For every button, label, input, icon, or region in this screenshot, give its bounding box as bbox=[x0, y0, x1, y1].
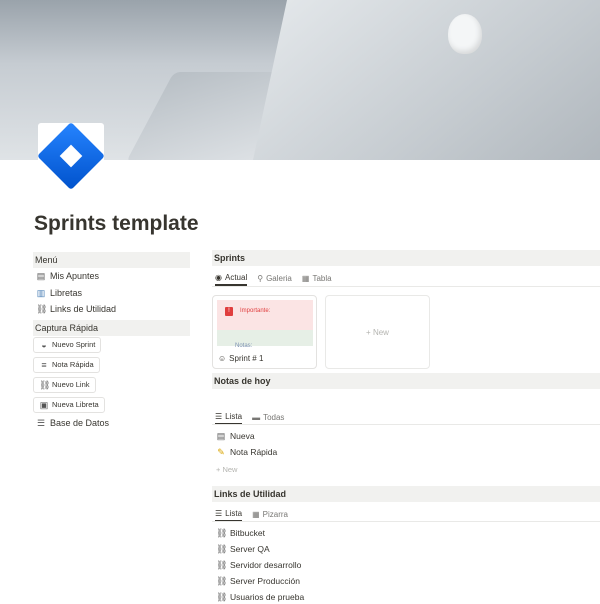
links-heading: Links de Utilidad bbox=[212, 486, 600, 502]
table-icon: ▦ bbox=[301, 273, 310, 283]
divider bbox=[212, 424, 600, 425]
button-label: Nuevo Sprint bbox=[52, 340, 96, 349]
tab-label: Pizarra bbox=[262, 509, 288, 519]
database-link[interactable]: ☰ Base de Datos bbox=[36, 416, 109, 430]
important-label: Importante: bbox=[240, 308, 271, 314]
card-preview-notes bbox=[217, 330, 313, 346]
item-label: Usuarios de prueba bbox=[230, 592, 305, 602]
divider bbox=[212, 286, 600, 287]
list-icon: ☰ bbox=[215, 411, 223, 421]
nuevo-link-button[interactable]: ⛓ Nuevo Link bbox=[33, 377, 96, 393]
list-item[interactable]: ⛓ Usuarios de prueba bbox=[216, 591, 304, 604]
tab-todas[interactable]: ▬ Todas bbox=[252, 410, 284, 424]
item-label: Servidor desarrollo bbox=[230, 560, 302, 570]
menu-item-libretas[interactable]: ▥ Libretas bbox=[36, 286, 82, 300]
book-icon: ▥ bbox=[36, 288, 46, 298]
list-item[interactable]: ▤ Nueva bbox=[216, 430, 255, 443]
notepad-icon: ▤ bbox=[216, 431, 226, 441]
notebook-icon: ▣ bbox=[39, 400, 49, 410]
new-note-button[interactable]: + New bbox=[216, 465, 237, 474]
item-label: Server Producción bbox=[230, 576, 300, 586]
tab-label: Tabla bbox=[312, 273, 332, 283]
links-tabs: ☰ Lista ▦ Pizarra bbox=[215, 506, 288, 522]
card-title: ☺ Sprint # 1 bbox=[218, 354, 263, 363]
tab-label: Lista bbox=[225, 411, 243, 421]
sprint-card[interactable]: ! Importante: Notas: ☺ Sprint # 1 bbox=[212, 295, 317, 369]
person-icon: ☺ bbox=[218, 354, 227, 363]
button-label: Nuevo Link bbox=[52, 380, 90, 389]
list-item[interactable]: ✎ Nota Rápida bbox=[216, 446, 277, 459]
link-icon: ⛓ bbox=[216, 592, 228, 602]
link-icon: ⛓ bbox=[216, 528, 228, 538]
menu-heading: Menú bbox=[33, 252, 190, 268]
link-icon: ⛓ bbox=[216, 576, 228, 586]
menu-item-label: Libretas bbox=[50, 288, 83, 298]
button-label: Nota Rápida bbox=[52, 360, 94, 369]
tab-lista[interactable]: ☰ Lista bbox=[215, 506, 243, 522]
tab-pizarra[interactable]: ▦ Pizarra bbox=[252, 507, 288, 521]
notepad-icon: ▤ bbox=[36, 271, 46, 281]
item-label: Nueva bbox=[230, 431, 255, 441]
item-label: Server QA bbox=[230, 544, 270, 554]
target-icon: ◉ bbox=[215, 272, 222, 282]
board-icon: ▦ bbox=[252, 509, 260, 519]
tab-label: Galeria bbox=[266, 273, 292, 283]
notes-label: Notas: bbox=[235, 343, 253, 349]
link-icon: ⛓ bbox=[216, 544, 228, 554]
list-item[interactable]: ⛓ Server QA bbox=[216, 543, 270, 556]
quick-capture-heading: Captura Rápida bbox=[33, 320, 190, 336]
item-label: Nota Rápida bbox=[230, 447, 278, 457]
list-item[interactable]: ⛓ Server Producción bbox=[216, 575, 300, 588]
tab-label: Actual bbox=[224, 272, 248, 282]
sprints-tabs: ◉ Actual ⚲ Galeria ▦ Tabla bbox=[215, 270, 332, 286]
important-badge-icon: ! bbox=[225, 307, 233, 316]
list-item[interactable]: ⛓ Bitbucket bbox=[216, 527, 265, 540]
menu-item-mis-apuntes[interactable]: ▤ Mis Apuntes bbox=[36, 269, 99, 283]
board-icon: ▬ bbox=[252, 412, 261, 422]
tab-lista[interactable]: ☰ Lista bbox=[215, 409, 243, 425]
database-label: Base de Datos bbox=[50, 418, 110, 428]
page-title[interactable]: Sprints template bbox=[34, 212, 199, 236]
sprints-heading: Sprints bbox=[212, 250, 600, 266]
stack-icon: ◒ bbox=[41, 340, 47, 350]
pin-icon: ⚲ bbox=[257, 273, 264, 283]
item-label: Bitbucket bbox=[230, 528, 265, 538]
notas-tabs: ☰ Lista ▬ Todas bbox=[215, 409, 284, 425]
jira-logo-icon[interactable] bbox=[37, 122, 105, 190]
menu-item-label: Links de Utilidad bbox=[50, 304, 117, 314]
nota-rapida-button[interactable]: ≡ Nota Rápida bbox=[33, 357, 100, 373]
laptop-lid-graphic bbox=[250, 0, 600, 160]
button-label: Nueva Libreta bbox=[52, 400, 99, 409]
tab-actual[interactable]: ◉ Actual bbox=[215, 270, 248, 286]
notas-heading: Notas de hoy bbox=[212, 373, 600, 389]
nueva-libreta-button[interactable]: ▣ Nueva Libreta bbox=[33, 397, 105, 413]
nuevo-sprint-button[interactable]: ◒ Nuevo Sprint bbox=[33, 337, 102, 353]
tab-galeria[interactable]: ⚲ Galeria bbox=[257, 271, 292, 285]
link-icon: ⛓ bbox=[216, 560, 228, 570]
new-card-button[interactable]: + New bbox=[325, 295, 430, 369]
database-icon: ☰ bbox=[36, 418, 46, 428]
card-title-text: Sprint # 1 bbox=[229, 354, 264, 363]
quick-note-icon: ≡ bbox=[41, 360, 47, 370]
list-item[interactable]: ⛓ Servidor desarrollo bbox=[216, 559, 301, 572]
tab-label: Lista bbox=[225, 508, 243, 518]
apple-logo-icon bbox=[448, 14, 482, 54]
link-icon: ⛓ bbox=[36, 304, 48, 314]
menu-item-links-de-utilidad[interactable]: ⛓ Links de Utilidad bbox=[36, 302, 116, 316]
memo-icon: ✎ bbox=[217, 447, 225, 457]
link-icon: ⛓ bbox=[39, 380, 51, 390]
divider bbox=[212, 521, 600, 522]
tab-tabla[interactable]: ▦ Tabla bbox=[302, 271, 332, 285]
list-icon: ☰ bbox=[215, 508, 223, 518]
menu-item-label: Mis Apuntes bbox=[50, 271, 100, 281]
tab-label: Todas bbox=[263, 412, 285, 422]
